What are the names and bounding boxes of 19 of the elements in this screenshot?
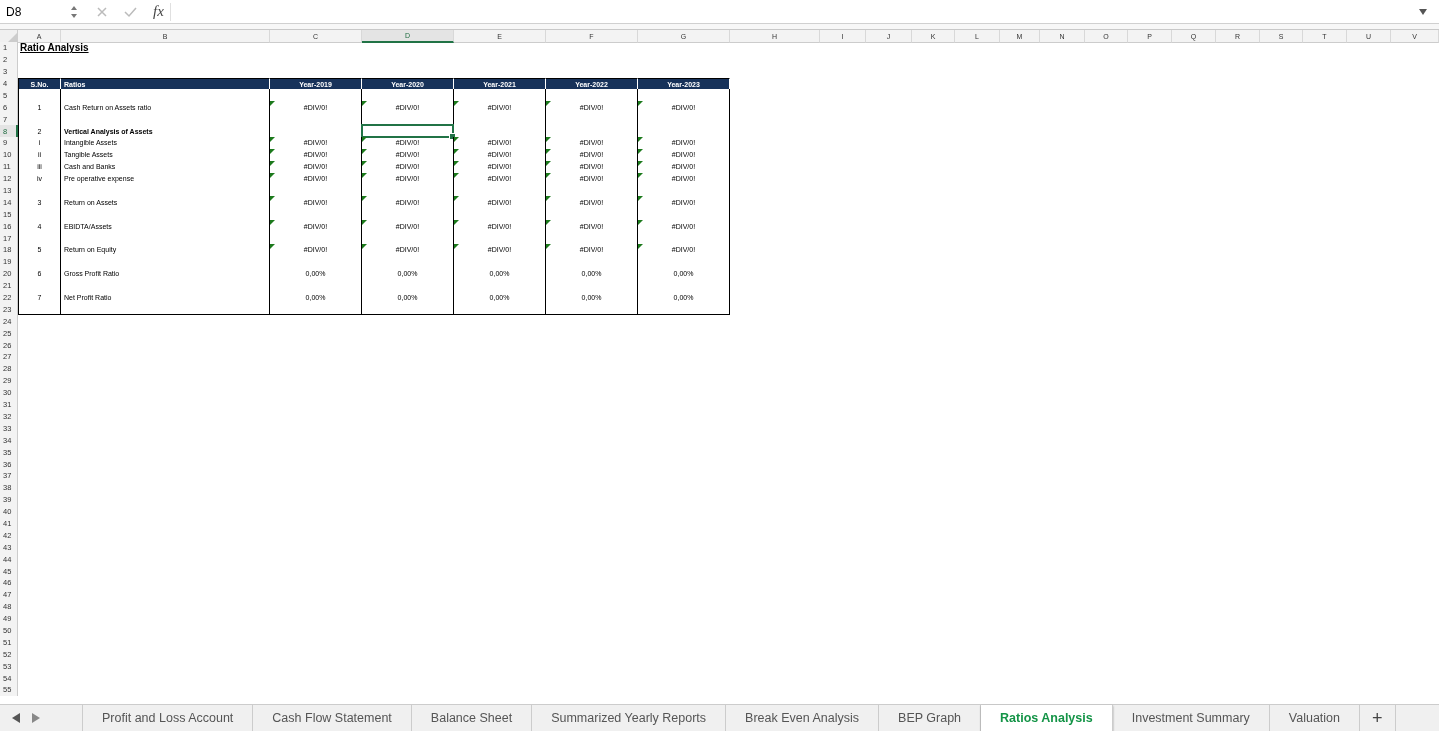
sheet-tab[interactable]: Valuation (1269, 705, 1360, 731)
sheet-tab[interactable]: Investment Summary (1112, 705, 1270, 731)
next-sheet-icon[interactable] (32, 713, 40, 723)
caret-icon[interactable] (1419, 8, 1427, 15)
sheet-tab[interactable]: Profit and Loss Account (83, 705, 254, 731)
previous-sheet-icon[interactable] (12, 713, 20, 723)
sheet-tab[interactable]: Summarized Yearly Reports (532, 705, 727, 731)
stepper-icon[interactable] (70, 4, 78, 19)
sheet-tab[interactable]: Cash Flow Statement (253, 705, 412, 731)
sheet-tab[interactable]: Ratios Analysis (981, 705, 1113, 731)
sheet-tab[interactable]: Break Even Analysis (726, 705, 880, 731)
sheet-tab[interactable]: Balance Sheet (411, 705, 533, 731)
checkmark-icon[interactable] (124, 5, 137, 18)
name-box[interactable]: D8 (0, 4, 66, 19)
sheet-title: Ratio Analysis (20, 42, 89, 54)
selected-cell[interactable] (361, 124, 454, 138)
function-label[interactable]: fx (153, 3, 164, 20)
add-sheet-button[interactable]: + (1360, 705, 1396, 731)
cancel-icon[interactable] (96, 5, 108, 18)
